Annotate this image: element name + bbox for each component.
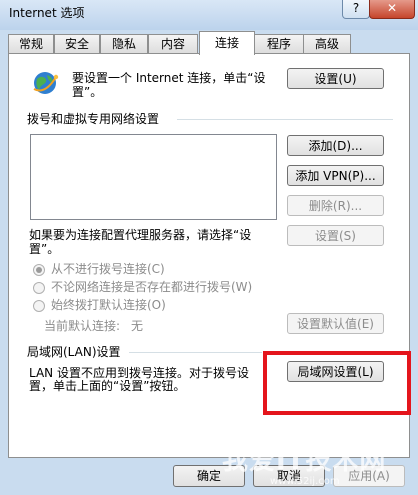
setup-text-line1: 要设置一个 Internet 连接，单击“设	[72, 71, 266, 85]
remove-button[interactable]: 删除(R)...	[287, 195, 384, 216]
help-button[interactable]: ?	[342, 0, 370, 19]
proxy-text-line1: 如果要为连接配置代理服务器，请选择“设	[29, 228, 252, 242]
tab-advanced[interactable]: 高级	[303, 34, 351, 54]
setup-button[interactable]: 设置(U)	[287, 68, 384, 89]
current-default-value: 无	[131, 319, 144, 333]
watermark-url: www.52ij.com	[270, 476, 340, 487]
option-dial-whenever: 不论网络连接是否存在都进行拨号(W)	[51, 280, 253, 294]
current-default-label: 当前默认连接:	[44, 319, 121, 333]
lan-text-line1: LAN 设置不应用到拨号连接。对于拨号设	[29, 366, 249, 380]
highlight-box	[263, 351, 411, 415]
watermark-text: 我爱IT技术网	[222, 446, 387, 476]
set-default-button[interactable]: 设置默认值(E)	[287, 313, 384, 334]
dialup-settings-button[interactable]: 设置(S)	[287, 225, 384, 246]
dialup-heading: 拨号和虚拟专用网络设置	[27, 112, 160, 126]
lan-text-line2: 置，单击上面的“设置”按钮。	[29, 379, 186, 393]
lan-separator	[129, 352, 262, 353]
radio-dial-whenever[interactable]	[33, 282, 45, 294]
globe-icon	[33, 72, 59, 94]
add-vpn-button[interactable]: 添加 VPN(P)...	[287, 165, 384, 186]
lan-heading: 局域网(LAN)设置	[27, 345, 121, 359]
proxy-text-line2: 置”。	[29, 242, 60, 256]
dialup-separator	[177, 119, 393, 120]
setup-text-line2: 置”。	[72, 85, 103, 99]
tab-connections[interactable]: 连接	[199, 31, 255, 55]
close-button[interactable]: ✕	[369, 0, 415, 19]
title-bar: Internet 选项 ? ✕	[0, 0, 418, 30]
window-title: Internet 选项	[9, 6, 85, 20]
tab-programs[interactable]: 程序	[254, 34, 304, 54]
add-button[interactable]: 添加(D)...	[287, 135, 384, 156]
option-always-dial: 始终拨打默认连接(O)	[51, 298, 166, 312]
tab-general[interactable]: 常规	[8, 34, 54, 54]
radio-never-dial[interactable]	[33, 264, 45, 276]
radio-always-dial[interactable]	[33, 300, 45, 312]
option-never-dial: 从不进行拨号连接(C)	[51, 262, 165, 276]
tab-content[interactable]: 内容	[148, 34, 198, 54]
tab-security[interactable]: 安全	[54, 34, 100, 54]
connections-list[interactable]	[30, 134, 277, 220]
tab-privacy[interactable]: 隐私	[100, 34, 148, 54]
